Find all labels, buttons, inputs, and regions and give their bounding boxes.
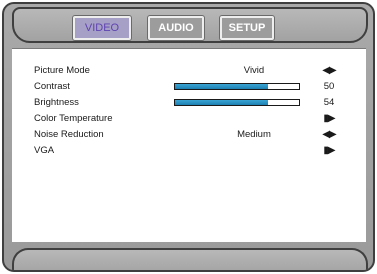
- tab-video[interactable]: VIDEO: [73, 16, 131, 40]
- picture-mode-row[interactable]: Picture Mode Vivid ◀▶: [12, 63, 366, 79]
- bottom-bar: [12, 248, 368, 270]
- color-temperature-label: Color Temperature: [34, 113, 113, 124]
- color-temperature-row[interactable]: Color Temperature ▮▶: [12, 111, 366, 127]
- picture-mode-label: Picture Mode: [34, 65, 90, 76]
- brightness-value: 54: [323, 97, 335, 108]
- brightness-slider[interactable]: [174, 99, 300, 106]
- submenu-arrow-icon[interactable]: ▮▶: [316, 111, 342, 127]
- tab-audio[interactable]: AUDIO: [148, 16, 204, 40]
- noise-reduction-label: Noise Reduction: [34, 129, 104, 140]
- noise-reduction-value: Medium: [237, 129, 271, 140]
- left-right-arrows-icon[interactable]: ◀▶: [316, 127, 342, 143]
- contrast-row[interactable]: Contrast 50: [12, 79, 366, 95]
- tab-setup[interactable]: SETUP: [220, 16, 274, 40]
- brightness-slider-fill: [175, 100, 268, 105]
- left-right-arrows-icon[interactable]: ◀▶: [316, 63, 342, 79]
- brightness-row[interactable]: Brightness 54: [12, 95, 366, 111]
- osd-menu-frame: VIDEO AUDIO SETUP Picture Mode Vivid ◀▶ …: [2, 2, 375, 272]
- brightness-label: Brightness: [34, 97, 79, 108]
- vga-row[interactable]: VGA ▮▶: [12, 143, 366, 159]
- contrast-value: 50: [323, 81, 335, 92]
- picture-mode-value: Vivid: [243, 65, 265, 76]
- contrast-label: Contrast: [34, 81, 70, 92]
- contrast-slider[interactable]: [174, 83, 300, 90]
- submenu-arrow-icon[interactable]: ▮▶: [316, 143, 342, 159]
- vga-label: VGA: [34, 145, 55, 156]
- tab-bar: VIDEO AUDIO SETUP: [12, 7, 368, 43]
- contrast-slider-fill: [175, 84, 268, 89]
- video-settings-panel: Picture Mode Vivid ◀▶ Contrast 50 Bright…: [12, 48, 366, 242]
- noise-reduction-row[interactable]: Noise Reduction Medium ◀▶: [12, 127, 366, 143]
